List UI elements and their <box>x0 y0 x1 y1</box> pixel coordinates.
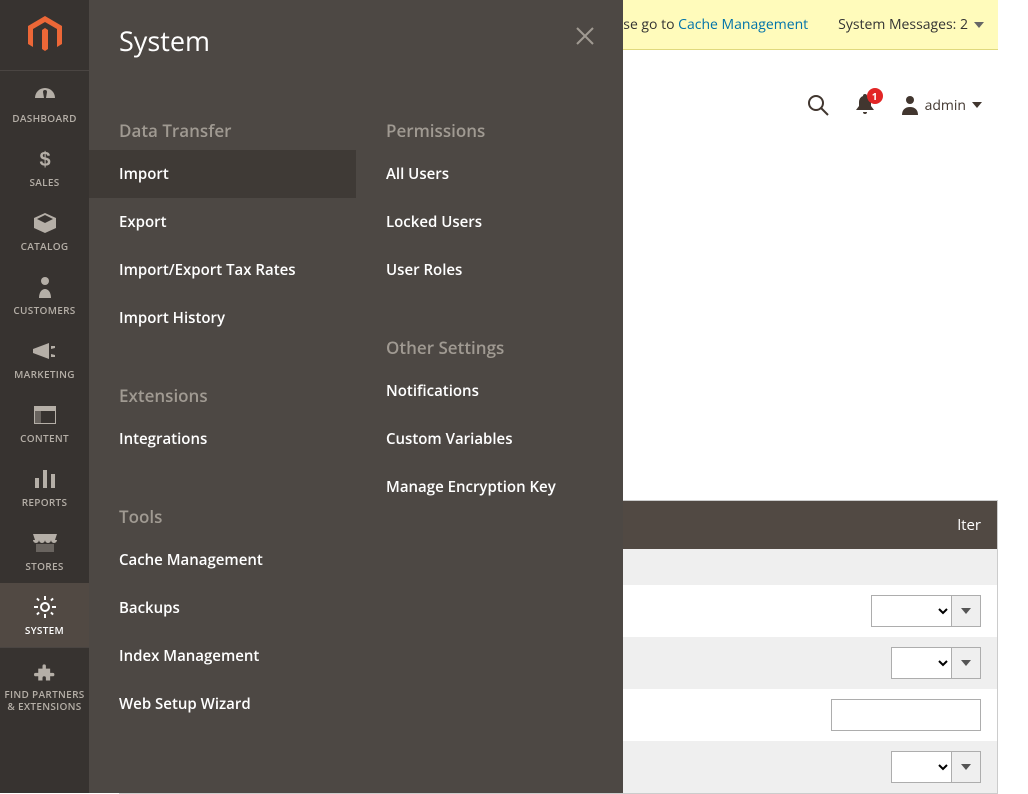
notifications-button[interactable]: 1 <box>855 94 875 116</box>
box-icon <box>34 211 56 235</box>
admin-username: admin <box>925 96 966 115</box>
dollar-icon: $ <box>38 147 52 171</box>
search-icon <box>807 94 829 116</box>
user-icon <box>901 95 919 115</box>
system-messages-label: System Messages: 2 <box>838 15 968 34</box>
sidebar-item-label: DASHBOARD <box>12 111 76 125</box>
flyout-item-custom-variables[interactable]: Custom Variables <box>356 415 623 463</box>
filter-header-label: lter <box>957 515 981 535</box>
sidebar-item-label: STORES <box>25 559 63 573</box>
sidebar-item-content[interactable]: CONTENT <box>0 391 89 455</box>
close-icon <box>576 27 594 45</box>
sidebar-item-catalog[interactable]: CATALOG <box>0 199 89 263</box>
bar-chart-icon <box>34 467 56 491</box>
flyout-item-notifications[interactable]: Notifications <box>356 367 623 415</box>
flyout-group-permissions: Permissions <box>356 105 623 150</box>
layout-icon <box>34 403 56 427</box>
flyout-item-integrations[interactable]: Integrations <box>89 415 356 463</box>
chevron-down-icon <box>974 22 984 28</box>
magento-logo[interactable] <box>0 0 89 71</box>
magento-logo-icon <box>28 16 62 54</box>
flyout-group-other-settings: Other Settings <box>356 322 623 367</box>
gauge-icon <box>33 83 57 107</box>
system-flyout: System Data Transfer Import Export Impor… <box>89 0 623 793</box>
select-arrow-button[interactable] <box>951 647 981 679</box>
flyout-item-manage-encryption-key[interactable]: Manage Encryption Key <box>356 463 623 511</box>
filter-text-input[interactable] <box>831 699 981 731</box>
flyout-item-web-setup-wizard[interactable]: Web Setup Wizard <box>89 680 356 728</box>
flyout-item-cache-management[interactable]: Cache Management <box>89 536 356 584</box>
caret-down-icon <box>961 764 971 770</box>
sidebar-item-label: CONTENT <box>20 431 69 445</box>
gear-icon <box>34 595 56 619</box>
flyout-group-data-transfer: Data Transfer <box>89 105 356 150</box>
filter-select-3[interactable] <box>891 751 951 783</box>
admin-account-menu[interactable]: admin <box>901 95 982 115</box>
flyout-title: System <box>89 22 623 65</box>
sidebar-item-stores[interactable]: STORES <box>0 519 89 583</box>
flyout-group-extensions: Extensions <box>89 370 356 415</box>
sidebar-item-label: FIND PARTNERS & EXTENSIONS <box>4 688 85 712</box>
caret-down-icon <box>961 608 971 614</box>
flyout-item-locked-users[interactable]: Locked Users <box>356 198 623 246</box>
flyout-close-button[interactable] <box>571 22 599 50</box>
sidebar-item-label: CATALOG <box>21 239 69 253</box>
search-button[interactable] <box>807 94 829 116</box>
admin-sidebar: DASHBOARD $ SALES CATALOG CUSTOMERS MARK… <box>0 0 89 793</box>
chevron-down-icon <box>972 102 982 108</box>
person-icon <box>38 275 52 299</box>
header-tools: 1 admin <box>807 50 998 160</box>
storefront-icon <box>33 531 57 555</box>
sidebar-item-dashboard[interactable]: DASHBOARD <box>0 71 89 135</box>
megaphone-icon <box>33 339 57 363</box>
caret-down-icon <box>961 660 971 666</box>
flyout-item-index-management[interactable]: Index Management <box>89 632 356 680</box>
flyout-item-import-history[interactable]: Import History <box>89 294 356 342</box>
sidebar-item-system[interactable]: SYSTEM <box>0 583 89 647</box>
cache-management-link[interactable]: Cache Management <box>678 15 808 34</box>
sidebar-item-label: MARKETING <box>14 367 75 381</box>
sidebar-item-label: SALES <box>29 175 59 189</box>
flyout-item-backups[interactable]: Backups <box>89 584 356 632</box>
sidebar-item-label: SYSTEM <box>25 623 64 637</box>
sidebar-item-find-partners[interactable]: FIND PARTNERS & EXTENSIONS <box>0 647 89 726</box>
svg-text:$: $ <box>39 149 50 170</box>
filter-select-1[interactable] <box>871 595 951 627</box>
sidebar-item-sales[interactable]: $ SALES <box>0 135 89 199</box>
select-arrow-button[interactable] <box>951 751 981 783</box>
sidebar-item-label: REPORTS <box>22 495 68 509</box>
flyout-col-1: Data Transfer Import Export Import/Expor… <box>89 105 356 728</box>
notification-badge: 1 <box>867 88 883 104</box>
system-messages-toggle[interactable]: System Messages: 2 <box>838 15 984 34</box>
flyout-item-import-export-tax-rates[interactable]: Import/Export Tax Rates <box>89 246 356 294</box>
filter-select-2[interactable] <box>891 647 951 679</box>
puzzle-icon <box>34 660 56 684</box>
flyout-item-import[interactable]: Import <box>89 150 356 198</box>
cache-invalidated-text: se go to Cache Management <box>623 15 808 34</box>
flyout-col-2: Permissions All Users Locked Users User … <box>356 105 623 728</box>
sidebar-item-reports[interactable]: REPORTS <box>0 455 89 519</box>
sidebar-item-marketing[interactable]: MARKETING <box>0 327 89 391</box>
flyout-item-all-users[interactable]: All Users <box>356 150 623 198</box>
flyout-group-tools: Tools <box>89 491 356 536</box>
select-arrow-button[interactable] <box>951 595 981 627</box>
sidebar-item-label: CUSTOMERS <box>13 303 75 317</box>
flyout-item-export[interactable]: Export <box>89 198 356 246</box>
flyout-item-user-roles[interactable]: User Roles <box>356 246 623 294</box>
sidebar-item-customers[interactable]: CUSTOMERS <box>0 263 89 327</box>
